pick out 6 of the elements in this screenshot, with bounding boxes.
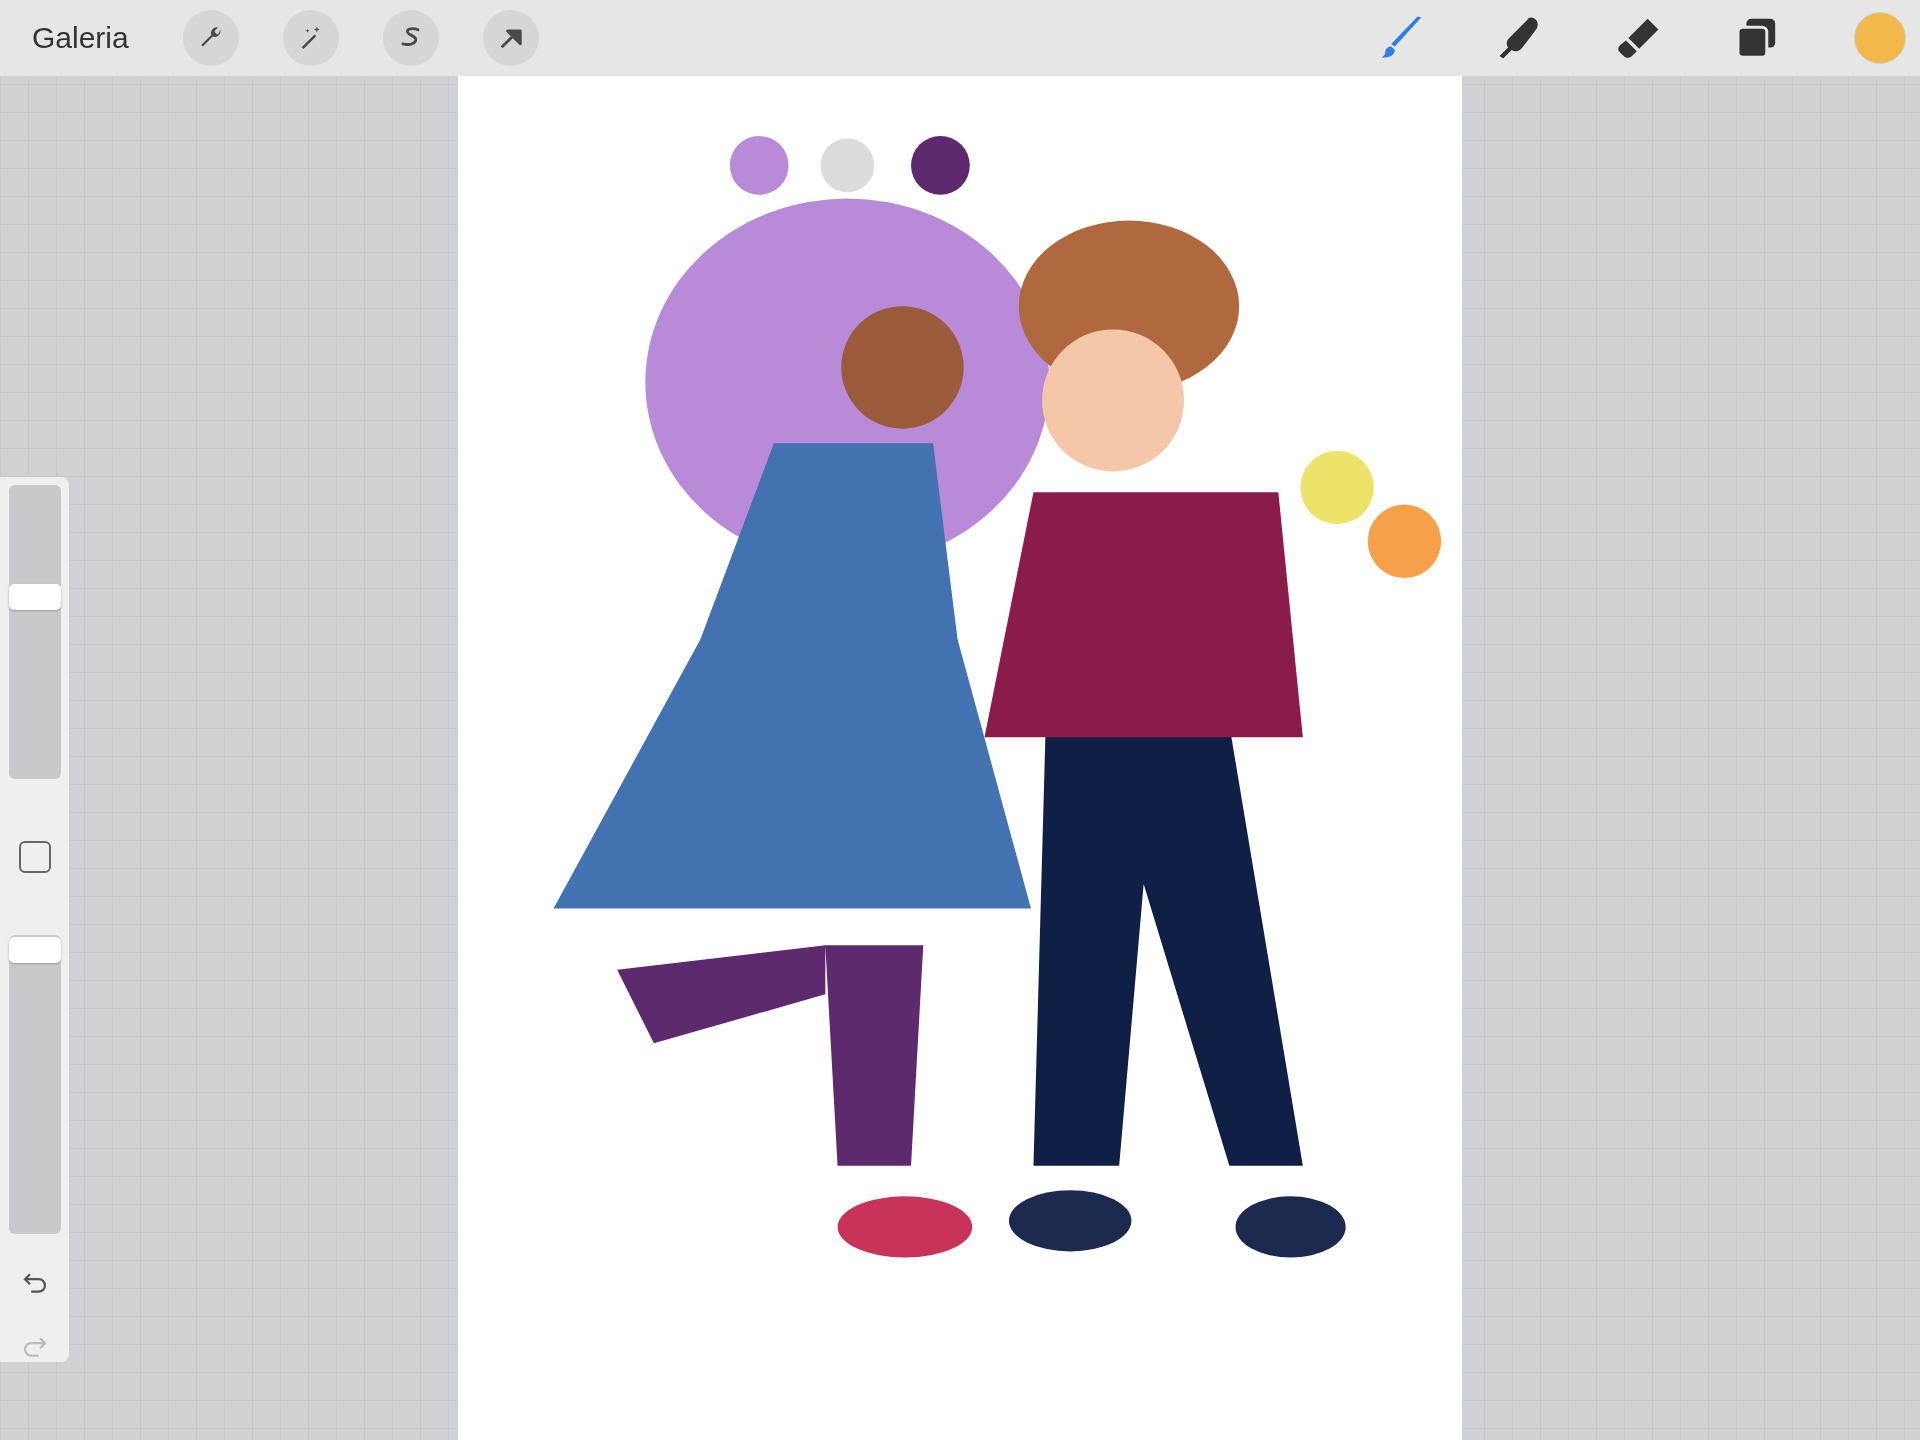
slider-thumb[interactable]	[8, 936, 61, 963]
opacity-slider[interactable]	[8, 934, 61, 1235]
color-swatch[interactable]	[1854, 12, 1906, 64]
gallery-button[interactable]: Galeria	[22, 17, 139, 59]
slider-thumb[interactable]	[8, 583, 61, 610]
brush-size-slider[interactable]	[8, 485, 61, 779]
